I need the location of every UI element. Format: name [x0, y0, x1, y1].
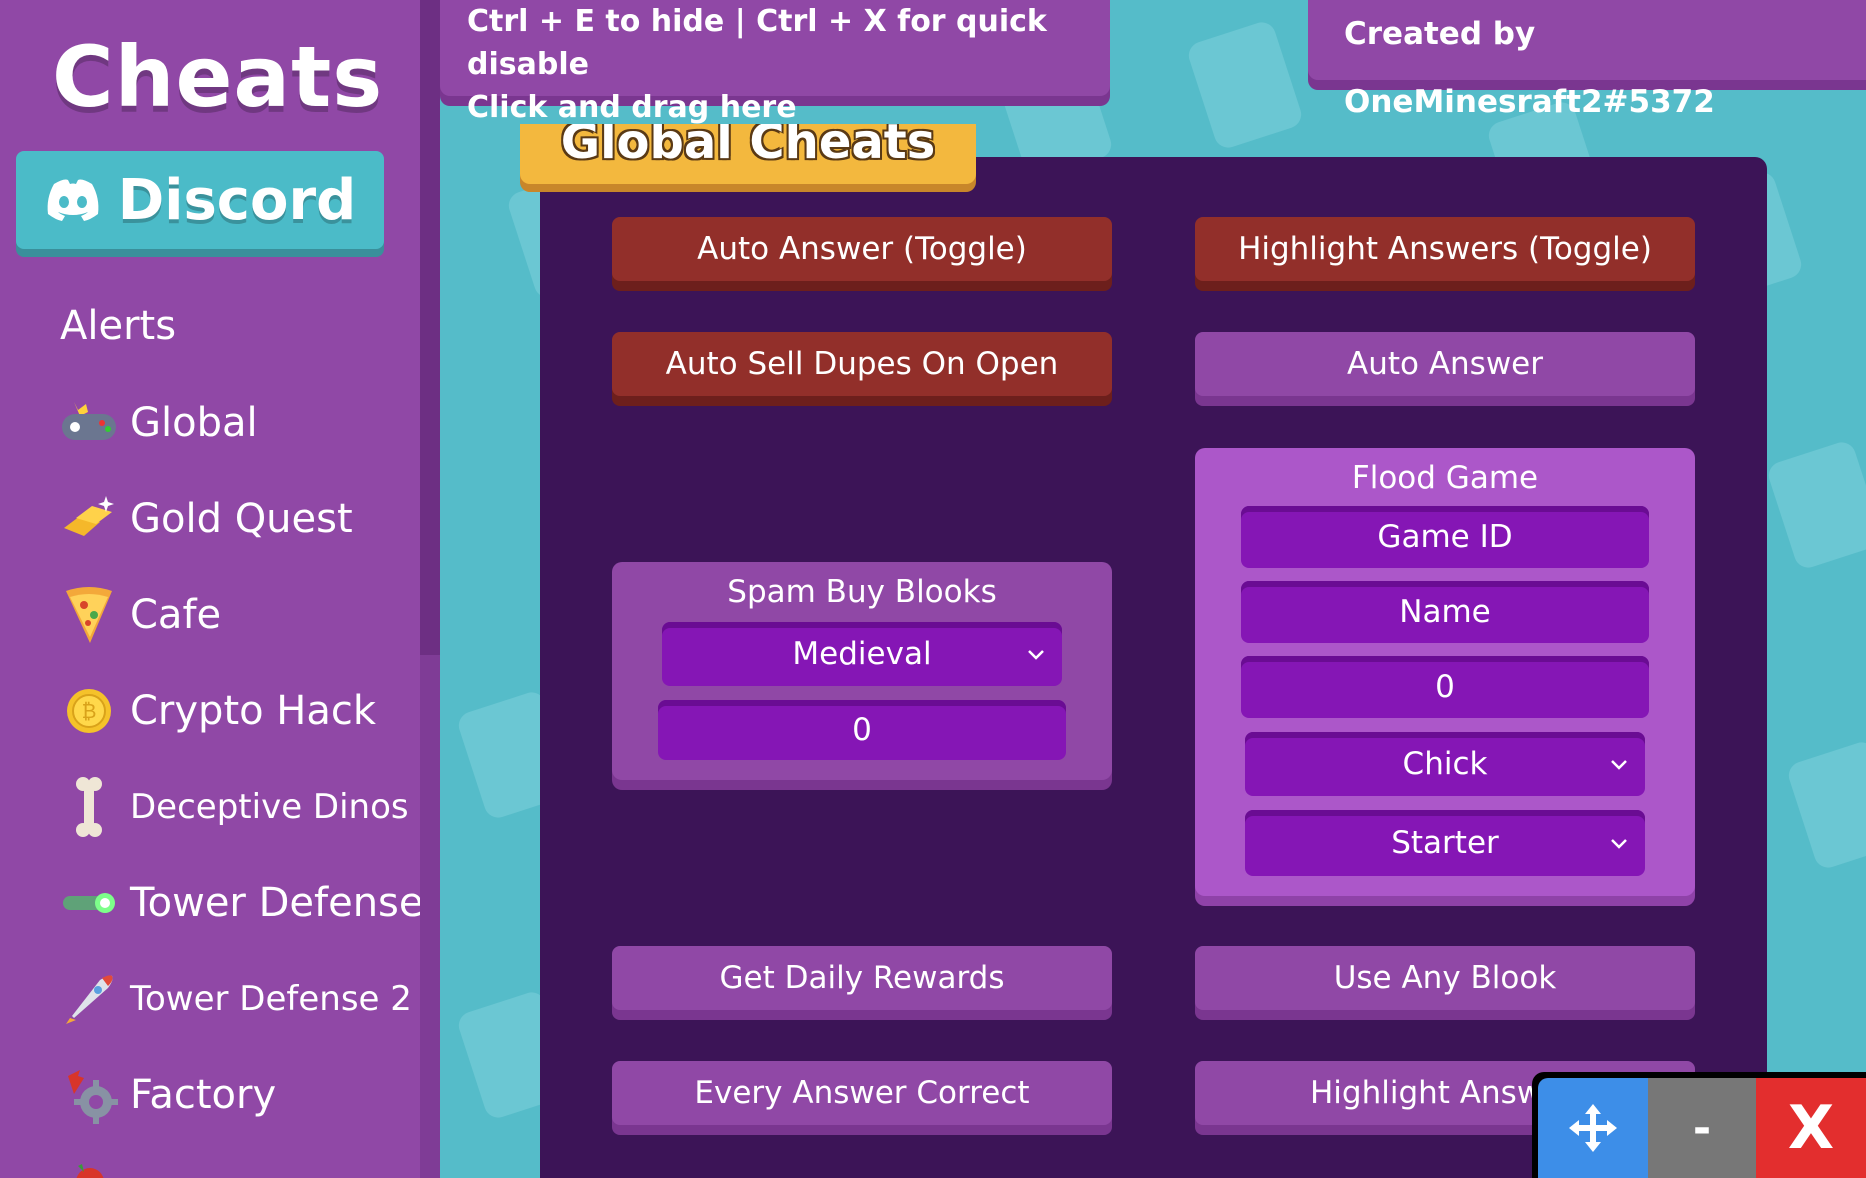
strawberry-icon: [60, 1158, 118, 1178]
sidebar-item-factory[interactable]: Factory: [60, 1062, 276, 1128]
spam-buy-title: Spam Buy Blooks: [727, 574, 997, 610]
gear-icon: [60, 1066, 118, 1124]
sidebar-item-label: Tower Defense: [130, 880, 424, 926]
rocket-icon: [60, 970, 118, 1028]
game-id-input[interactable]: Game ID: [1241, 506, 1649, 568]
name-input[interactable]: Name: [1241, 581, 1649, 643]
use-any-blook-button[interactable]: Use Any Blook: [1195, 946, 1695, 1010]
sidebar-item-label: Cafe: [130, 592, 222, 638]
box-select[interactable]: Medieval: [662, 622, 1062, 686]
drag-handle-banner[interactable]: Ctrl + E to hide | Ctrl + X for quick di…: [440, 0, 1110, 125]
chevron-down-icon: [1611, 760, 1627, 770]
spam-buy-blooks-group: Spam Buy Blooks Medieval 0: [612, 562, 1112, 780]
pizza-icon: [60, 586, 118, 644]
game-id-placeholder: Game ID: [1377, 519, 1513, 555]
credit-banner: Created by OneMinesraft2#5372: [1308, 0, 1866, 120]
close-button[interactable]: X: [1756, 1078, 1866, 1178]
sidebar-item-gold-quest[interactable]: Gold Quest: [60, 486, 353, 552]
discord-icon: [47, 179, 99, 221]
sidebar-item-tower-defense-2[interactable]: Tower Defense 2: [60, 966, 412, 1032]
banner-select-value: Starter: [1391, 825, 1499, 861]
auto-sell-dupes-button[interactable]: Auto Sell Dupes On Open: [612, 332, 1112, 396]
every-answer-correct-button[interactable]: Every Answer Correct: [612, 1061, 1112, 1125]
sidebar-item-label: Crypto Hack: [130, 688, 377, 734]
chevron-down-icon: [1028, 650, 1044, 660]
discord-button[interactable]: Discord: [16, 151, 384, 249]
blook-select-value: Chick: [1402, 746, 1488, 782]
drag-hint: Click and drag here: [467, 90, 797, 125]
sidebar-item-label: Gold Quest: [130, 496, 353, 542]
sidebar-item-cafe[interactable]: Cafe: [60, 582, 221, 648]
coin-icon: ₿: [60, 682, 118, 740]
sidebar-item-alerts[interactable]: Alerts: [60, 293, 176, 359]
move-arrows-icon: [1569, 1104, 1617, 1152]
sidebar-item-global[interactable]: Global: [60, 390, 258, 456]
bone-icon: [60, 777, 118, 837]
flood-amount-input[interactable]: 0: [1241, 656, 1649, 718]
name-placeholder: Name: [1399, 594, 1491, 630]
sidebar-item-tower-defense[interactable]: Tower Defense: [60, 870, 424, 936]
sidebar-scrollbar-thumb[interactable]: [420, 0, 440, 655]
spam-amount-value: 0: [852, 712, 872, 748]
flood-amount-value: 0: [1435, 669, 1455, 705]
credit-text: Created by OneMinesraft2#5372: [1344, 16, 1715, 120]
spam-amount-input[interactable]: 0: [658, 700, 1066, 760]
sidebar-item-crypto-hack[interactable]: ₿ Crypto Hack: [60, 678, 376, 744]
hotkey-hint: Ctrl + E to hide | Ctrl + X for quick di…: [467, 4, 1047, 82]
sidebar-item-label: Global: [130, 400, 258, 446]
flood-game-group: Flood Game Game ID Name 0 Chick Starter: [1195, 448, 1695, 896]
sidebar-item-label: Factory: [130, 1072, 277, 1118]
banner-select[interactable]: Starter: [1245, 810, 1645, 876]
move-button[interactable]: [1538, 1078, 1648, 1178]
sidebar-item-label: Deceptive Dinos: [130, 787, 409, 827]
app-logo: Cheats: [52, 28, 384, 126]
get-daily-rewards-button[interactable]: Get Daily Rewards: [612, 946, 1112, 1010]
blook-select[interactable]: Chick: [1245, 732, 1645, 796]
box-select-value: Medieval: [792, 636, 932, 672]
gamepad-icon: [60, 394, 118, 452]
svg-text:₿: ₿: [82, 699, 97, 723]
sidebar: Cheats Discord Alerts Global Gold Quest …: [0, 0, 440, 1178]
sidebar-item-label: Alerts: [60, 303, 177, 349]
sidebar-item-label: Tower Defense 2: [130, 979, 412, 1019]
minimize-button[interactable]: -: [1648, 1078, 1756, 1178]
chevron-down-icon: [1611, 839, 1627, 849]
laser-icon: [60, 874, 118, 932]
discord-label: Discord: [117, 167, 357, 233]
panel-title: Global Cheats: [560, 124, 936, 170]
flood-game-title: Flood Game: [1351, 460, 1539, 496]
gold-bars-icon: [60, 490, 118, 548]
panel-title-tab: Global Cheats: [520, 124, 976, 184]
sidebar-item-deceptive-dinos[interactable]: Deceptive Dinos: [60, 774, 409, 840]
auto-answer-toggle-button[interactable]: Auto Answer (Toggle): [612, 217, 1112, 281]
highlight-answers-toggle-button[interactable]: Highlight Answers (Toggle): [1195, 217, 1695, 281]
auto-answer-button[interactable]: Auto Answer: [1195, 332, 1695, 396]
